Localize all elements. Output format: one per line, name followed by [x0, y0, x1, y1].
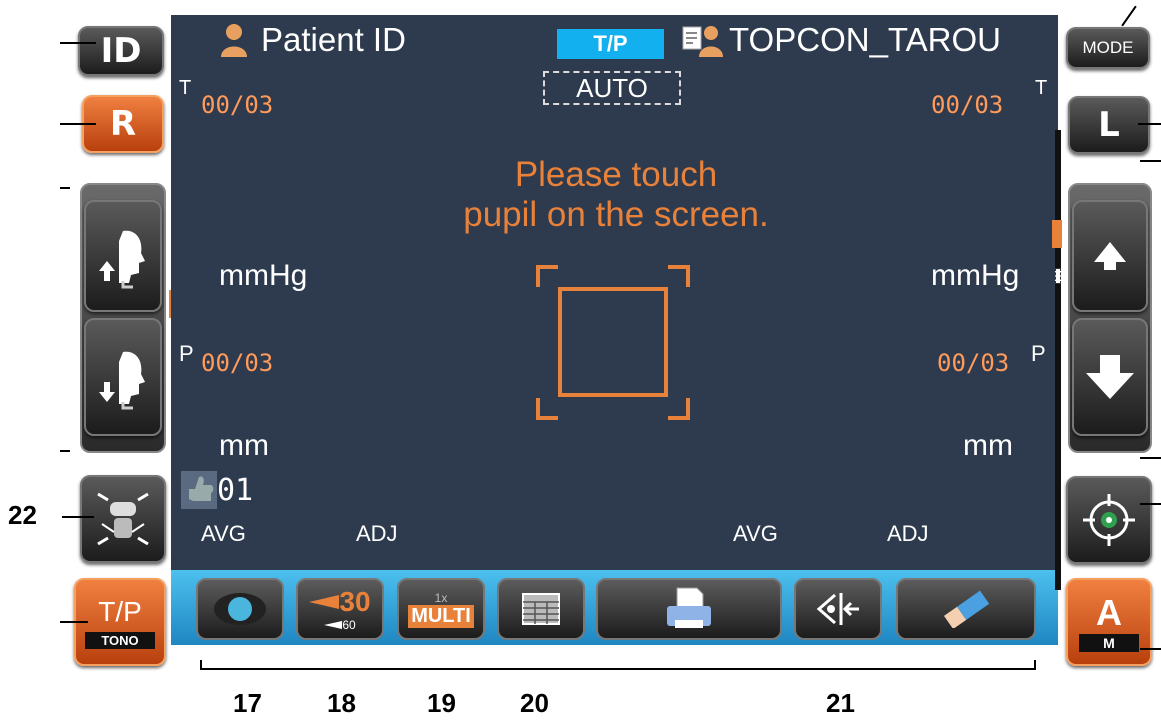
right-t-marker: T: [179, 77, 192, 99]
arrow-down-icon: [1086, 355, 1134, 399]
callout-21: 21: [826, 688, 855, 718]
target-reticle[interactable]: [536, 265, 690, 420]
callout-bracket-right-tick: [1034, 660, 1036, 670]
working-distance-button[interactable]: 30 60: [296, 578, 384, 640]
right-t-unit: mmHg: [219, 259, 308, 292]
callout-line-target: [1140, 503, 1161, 505]
callout-19: 19: [427, 688, 456, 718]
distance-wedge-small-icon: [324, 621, 343, 629]
data-table-button[interactable]: [497, 578, 585, 640]
user-icon: [221, 24, 247, 57]
eraser-icon: [943, 590, 990, 628]
right-level-marker-white: [1055, 268, 1061, 284]
right-avg-label[interactable]: AVG: [201, 521, 246, 547]
callout-line-tp: [60, 621, 88, 623]
callout-bracket-toolbar: [200, 668, 1036, 670]
left-p-marker: P: [1031, 341, 1046, 366]
distance-big-value: 30: [339, 586, 371, 617]
right-level-indicator: [1055, 130, 1061, 590]
distance-wedge-icon: [309, 595, 340, 609]
auto-manual-button[interactable]: A M: [1066, 578, 1152, 666]
target-icon: [1083, 494, 1135, 546]
callout-22: 22: [8, 500, 37, 530]
chin-up-icon: [99, 230, 145, 289]
move-down-button[interactable]: [1072, 318, 1148, 436]
callout-line-upper: [60, 187, 70, 189]
right-adj-label[interactable]: ADJ: [356, 521, 398, 547]
manual-label: M: [1079, 634, 1139, 652]
arrow-up-icon: [1094, 242, 1126, 270]
instruction-message: Please touch pupil on the screen.: [371, 155, 861, 235]
callout-line-id: [60, 42, 96, 44]
patient-id-label[interactable]: Patient ID: [261, 21, 406, 59]
auto-mode-label: AUTO: [576, 72, 648, 103]
right-eye-label: R: [109, 104, 137, 144]
right-p-marker: P: [179, 341, 194, 366]
right-p-value: 00/03: [201, 349, 274, 377]
bottom-toolbar: 30 60 1x MULTI: [171, 570, 1058, 645]
erase-button[interactable]: [896, 578, 1036, 640]
chin-down-button[interactable]: [84, 318, 162, 436]
auto-button-label: A: [1096, 592, 1122, 633]
face-align-button[interactable]: [80, 475, 166, 563]
face-align-icon: [97, 492, 149, 546]
eye-adjust-button[interactable]: [794, 578, 882, 640]
multi-button[interactable]: 1x MULTI: [397, 578, 485, 640]
callout-line-right-lower: [1140, 457, 1161, 459]
callout-line-a: [1140, 648, 1161, 650]
instruction-line-2: pupil on the screen.: [463, 195, 769, 234]
callout-bracket-left-tick: [200, 660, 202, 670]
callout-line-mode: [1121, 5, 1137, 27]
main-screen[interactable]: Patient ID T/P TOPCON_TAROU AUTO T 00/03…: [171, 15, 1058, 645]
multi-label: MULTI: [408, 604, 474, 628]
tono-label: TONO: [85, 631, 155, 649]
left-t-value: 00/03: [931, 91, 1004, 119]
tp-mode-badge-text: T/P: [593, 31, 628, 56]
left-eye-label: L: [1098, 105, 1120, 145]
target-button[interactable]: [1066, 476, 1152, 564]
tp-button-label: T/P: [98, 595, 142, 627]
distance-small-value: 60: [342, 618, 356, 632]
callout-18: 18: [327, 688, 356, 718]
measure-count-value: 01: [217, 472, 254, 508]
move-up-button[interactable]: [1072, 200, 1148, 312]
left-eye-button[interactable]: L: [1068, 96, 1150, 154]
id-button-label: ID: [100, 31, 142, 71]
chin-up-button[interactable]: [84, 200, 162, 312]
left-p-unit: mm: [963, 429, 1013, 462]
eye-lens-button[interactable]: [196, 578, 284, 640]
left-t-marker: T: [1035, 77, 1048, 99]
instruction-line-1: Please touch: [514, 155, 718, 194]
operator-name[interactable]: TOPCON_TAROU: [729, 21, 1001, 59]
right-p-unit: mm: [219, 429, 269, 462]
callout-17: 17: [233, 688, 262, 718]
right-t-value: 00/03: [201, 91, 274, 119]
mode-button[interactable]: MODE: [1066, 27, 1150, 69]
multi-top-label: 1x: [434, 590, 448, 605]
right-level-marker: [1052, 220, 1062, 248]
callout-line-lower: [60, 450, 70, 452]
chin-down-icon: [99, 351, 145, 410]
callout-line-right-upper: [1140, 160, 1161, 162]
table-icon: [522, 593, 560, 625]
left-p-value: 00/03: [937, 349, 1010, 377]
auto-mode-box[interactable]: AUTO: [543, 71, 681, 105]
left-t-unit: mmHg: [931, 259, 1020, 292]
id-button[interactable]: ID: [78, 26, 164, 76]
eye-lens-icon: [214, 593, 266, 625]
tp-mode-badge: T/P: [557, 29, 664, 59]
left-adj-label[interactable]: ADJ: [887, 521, 929, 547]
left-avg-label[interactable]: AVG: [733, 521, 778, 547]
callout-line-r: [60, 123, 96, 125]
callout-20: 20: [520, 688, 549, 718]
printer-icon: [667, 587, 711, 628]
callout-line-l: [1138, 123, 1161, 125]
eye-adjust-icon: [816, 593, 859, 625]
operator-card-icon: [682, 26, 723, 57]
mode-button-label: MODE: [1082, 38, 1134, 57]
callout-line-22: [62, 516, 94, 518]
measure-count[interactable]: 01: [181, 470, 253, 510]
print-button[interactable]: [596, 578, 782, 640]
thumb-icon: [181, 471, 217, 509]
